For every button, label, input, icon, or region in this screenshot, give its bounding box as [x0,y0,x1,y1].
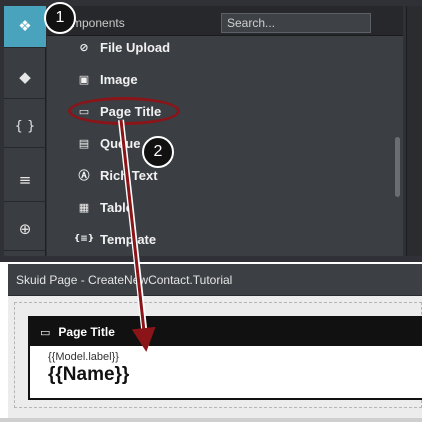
left-rail: ❖ ◆ { } ≡ ⊕ [4,6,46,256]
queue-icon: ▤ [78,136,90,150]
upload-icon: ⊘ [79,40,89,54]
component-subtitle: {{Model.label}} [48,351,119,363]
globe-icon: ⊕ [18,220,32,238]
rich-text-icon: Ⓐ [78,169,90,182]
page-title-highlight [68,97,180,125]
table-icon: ▦ [78,200,90,214]
page-title-icon: ▭ [40,325,51,339]
component-label: Table [100,199,133,215]
page-header: Skuid Page - CreateNewContact.Tutorial [8,264,422,296]
step-1-badge: 1 [44,2,76,34]
page-canvas: ▭ Page Title {{Model.label}} {{Name}} [8,296,422,418]
component-table[interactable]: ▦ Table [77,196,133,218]
component-bar-label: Page Title [58,325,115,339]
components-header: mponents [47,6,403,36]
component-template[interactable]: {≡} Template [73,228,157,250]
page-title-component[interactable]: ▭ Page Title {{Model.label}} {{Name}} [28,316,422,400]
models-icon: ◆ [19,68,31,86]
components-panel: mponents ⊘ File Upload ▣ Image ▭ Page Ti… [47,6,403,256]
rail-components-button[interactable]: ❖ [4,6,46,48]
component-label: Template [100,231,157,247]
component-bar[interactable]: ▭ Page Title [30,318,422,346]
builder-panel: ❖ ◆ { } ≡ ⊕ mponents ⊘ File Upload ▣ Ima… [0,0,422,262]
rail-javascript-button[interactable]: { } [4,106,46,148]
rail-globe-button[interactable]: ⊕ [4,209,46,251]
component-image[interactable]: ▣ Image [77,68,138,90]
javascript-icon: { } [14,119,36,134]
components-title: mponents [72,16,125,30]
rail-css-button[interactable]: ≡ [4,160,46,202]
right-panel-edge [406,6,422,256]
component-file-upload[interactable]: ⊘ File Upload [77,36,170,58]
component-label: File Upload [100,39,171,55]
step-1-label: 1 [55,9,65,26]
components-icon: ❖ [18,17,32,35]
component-queue[interactable]: ▤ Queue [77,132,141,154]
css-icon: ≡ [18,171,32,189]
step-2-badge: 2 [142,136,174,168]
component-rich-text[interactable]: Ⓐ Rich Text [77,164,158,186]
bottom-edge [0,418,422,422]
component-label: Image [100,71,138,87]
page-name: Skuid Page - CreateNewContact.Tutorial [16,273,233,287]
component-label: Rich Text [100,167,158,183]
search-input[interactable] [221,13,371,33]
component-label: Queue [100,135,141,151]
image-icon: ▣ [78,72,90,86]
components-scrollbar[interactable] [395,137,400,197]
component-title-text: {{Name}} [48,364,130,385]
template-icon: {≡} [73,234,95,244]
step-2-label: 2 [153,143,163,160]
rail-models-button[interactable]: ◆ [4,57,46,99]
